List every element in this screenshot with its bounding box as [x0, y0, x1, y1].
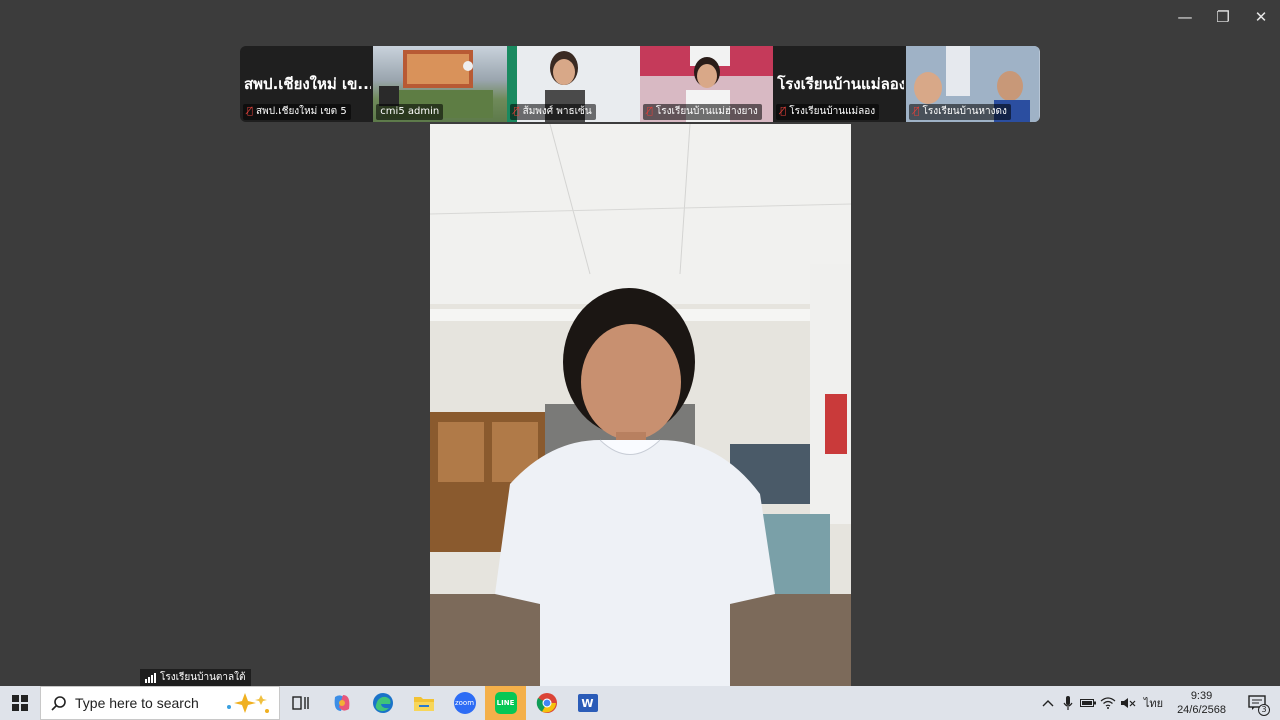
search-highlight-icon	[227, 693, 269, 713]
line-button[interactable]: LINE	[485, 686, 526, 720]
battery-icon	[1079, 699, 1096, 707]
taskbar-search-box[interactable]: Type here to search	[40, 686, 280, 720]
task-view-button[interactable]	[280, 686, 321, 720]
wifi-icon	[1100, 697, 1116, 709]
chrome-icon	[536, 693, 557, 713]
participant-label: 🎙̸ โรงเรียนบ้านแม่ฮ่างยาง	[642, 104, 762, 120]
participant-name-large: สพป.เชียงใหม่ เข...	[244, 75, 372, 93]
start-button[interactable]	[0, 686, 40, 720]
participant-tile[interactable]: 🎙̸ โรงเรียนบ้านแม่ฮ่างยาง	[639, 46, 774, 122]
muted-mic-icon: 🎙̸	[513, 106, 520, 117]
muted-mic-icon: 🎙̸	[247, 106, 254, 117]
notifications-button[interactable]: 3	[1234, 686, 1280, 720]
participant-label: 🎙̸ สพป.เชียงใหม่ เขต 5	[243, 104, 351, 120]
participant-strip: สพป.เชียงใหม่ เข... 🎙̸ สพป.เชียงใหม่ เขต…	[240, 46, 1040, 122]
file-explorer-icon	[413, 697, 434, 711]
window-controls: — ❐ ✕	[1166, 0, 1280, 34]
participant-label: 🎙̸ ส้มพงศ์ พาธเซ้น	[509, 104, 596, 120]
participant-name-large: โรงเรียนบ้านแม่ลอง	[777, 75, 905, 93]
participant-tile[interactable]: 🎙̸ โรงเรียนบ้านหางดง	[906, 46, 1040, 122]
windows-logo-icon	[12, 695, 28, 711]
participant-label: 🎙̸ โรงเรียนบ้านแม่ลอง	[776, 104, 880, 120]
copilot-button[interactable]	[321, 686, 362, 720]
participant-tile[interactable]: สพป.เชียงใหม่ เข... 🎙̸ สพป.เชียงใหม่ เขต…	[240, 46, 374, 122]
restore-button[interactable]: ❐	[1204, 0, 1242, 34]
search-icon	[51, 696, 66, 711]
input-language-label: ไทย	[1143, 697, 1164, 710]
edge-button[interactable]	[362, 686, 403, 720]
chevron-up-icon	[1042, 700, 1054, 707]
participant-tile[interactable]: cmi5 admin	[373, 46, 507, 122]
edge-icon	[372, 693, 393, 713]
zoom-meeting-window: — ❐ ✕ สพป.เชียงใหม่ เข... 🎙̸ สพป.เชียงให…	[0, 0, 1280, 686]
notification-count-badge: 3	[1258, 704, 1270, 716]
system-tray: ไทย 9:39 24/6/2568 3	[1038, 686, 1280, 720]
muted-mic-icon: 🎙̸	[646, 106, 653, 117]
microphone-icon	[1063, 696, 1073, 710]
word-button[interactable]: W	[567, 686, 608, 720]
participant-label: cmi5 admin	[376, 104, 444, 120]
clock-time: 9:39	[1190, 690, 1213, 702]
word-icon: W	[577, 694, 598, 712]
minimize-button[interactable]: —	[1166, 0, 1204, 34]
search-placeholder: Type here to search	[75, 695, 199, 711]
wifi-tray-button[interactable]	[1098, 686, 1118, 720]
participant-tile[interactable]: โรงเรียนบ้านแม่ลอง 🎙̸ โรงเรียนบ้านแม่ลอง	[773, 46, 907, 122]
close-button[interactable]: ✕	[1242, 0, 1280, 34]
clock-button[interactable]: 9:39 24/6/2568	[1169, 689, 1234, 717]
microphone-tray-button[interactable]	[1058, 686, 1078, 720]
clock-date: 24/6/2568	[1177, 704, 1226, 716]
speaker-video-feed	[430, 124, 851, 686]
line-icon: LINE	[494, 692, 517, 714]
muted-mic-icon: 🎙̸	[780, 106, 787, 117]
battery-tray-button[interactable]	[1078, 686, 1098, 720]
input-language-button[interactable]: ไทย	[1138, 686, 1169, 720]
windows-taskbar: Type here to search zoom LINE W ไทย 9:39…	[0, 686, 1280, 720]
muted-mic-icon: 🎙̸	[913, 106, 920, 117]
show-hidden-icons-button[interactable]	[1038, 686, 1058, 720]
participant-tile[interactable]: 🎙̸ ส้มพงศ์ พาธเซ้น	[506, 46, 640, 122]
volume-muted-icon	[1120, 698, 1136, 708]
zoom-button[interactable]: zoom	[444, 686, 485, 720]
zoom-icon: zoom	[453, 692, 476, 714]
file-explorer-button[interactable]	[403, 686, 444, 720]
signal-strength-icon	[145, 672, 156, 683]
active-speaker-label: โรงเรียนบ้านตาลใต้	[140, 669, 251, 686]
task-view-icon	[291, 696, 309, 710]
participant-label: 🎙̸ โรงเรียนบ้านหางดง	[909, 104, 1011, 120]
active-speaker-video[interactable]	[430, 124, 851, 686]
volume-tray-button[interactable]	[1118, 686, 1138, 720]
chrome-button[interactable]	[526, 686, 567, 720]
copilot-icon	[334, 695, 349, 711]
